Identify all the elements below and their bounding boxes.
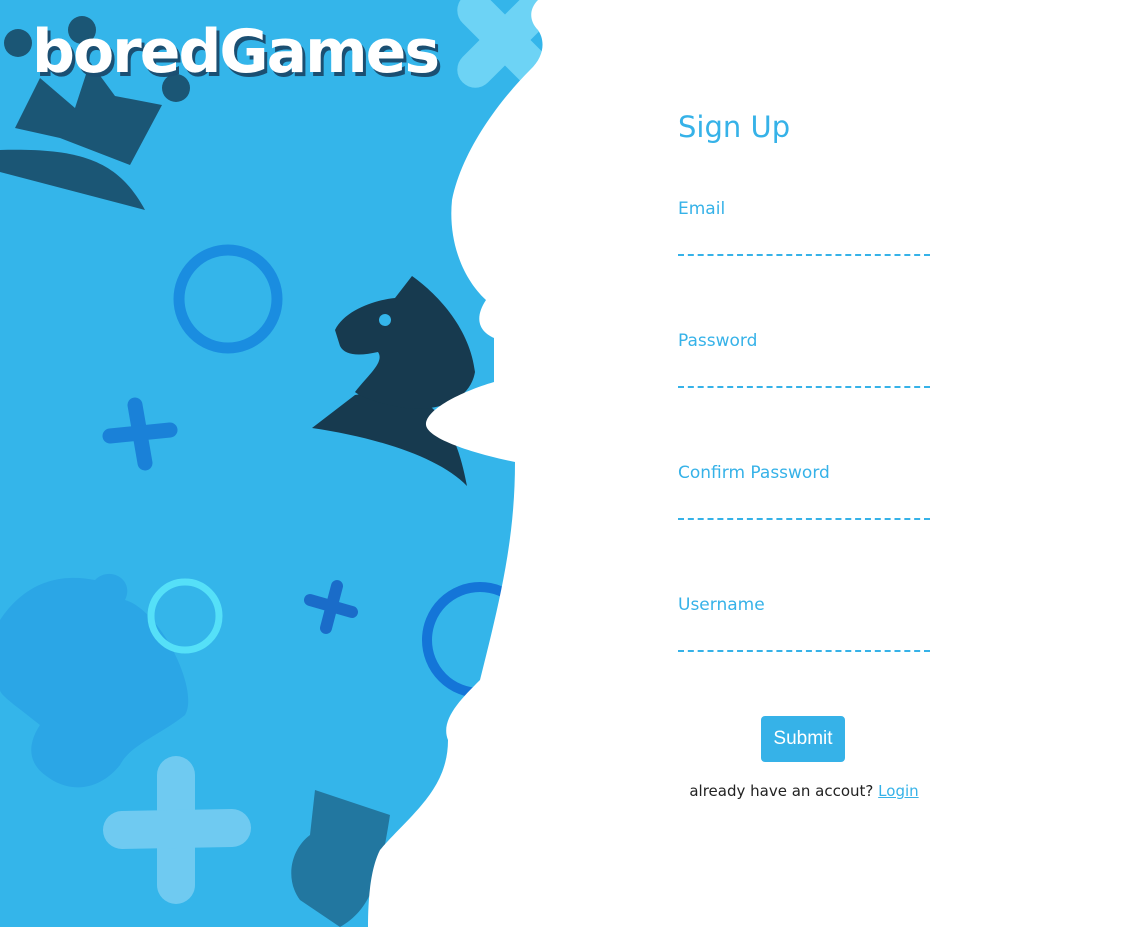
login-link[interactable]: Login [878, 782, 918, 800]
page-title: Sign Up [678, 110, 791, 144]
username-field-group: Username [678, 595, 930, 652]
decorative-background [0, 0, 1147, 927]
email-field-group: Email [678, 199, 930, 256]
login-prompt-text: already have an accout? [689, 782, 874, 800]
password-label: Password [678, 331, 758, 351]
password-field[interactable] [678, 366, 930, 388]
knight-eye [379, 314, 391, 326]
signup-form: Sign Up Email Password Confirm Password … [678, 0, 930, 927]
confirm-password-label: Confirm Password [678, 463, 830, 483]
brand-logo: boredGames [32, 17, 440, 87]
submit-button[interactable]: Submit [761, 716, 845, 762]
username-field[interactable] [678, 630, 930, 652]
confirm-password-field-group: Confirm Password [678, 463, 930, 520]
confirm-password-field[interactable] [678, 498, 930, 520]
password-field-group: Password [678, 331, 930, 388]
login-prompt: already have an accout? Login [678, 782, 930, 800]
username-label: Username [678, 595, 765, 615]
email-field[interactable] [678, 234, 930, 256]
email-label: Email [678, 199, 726, 219]
